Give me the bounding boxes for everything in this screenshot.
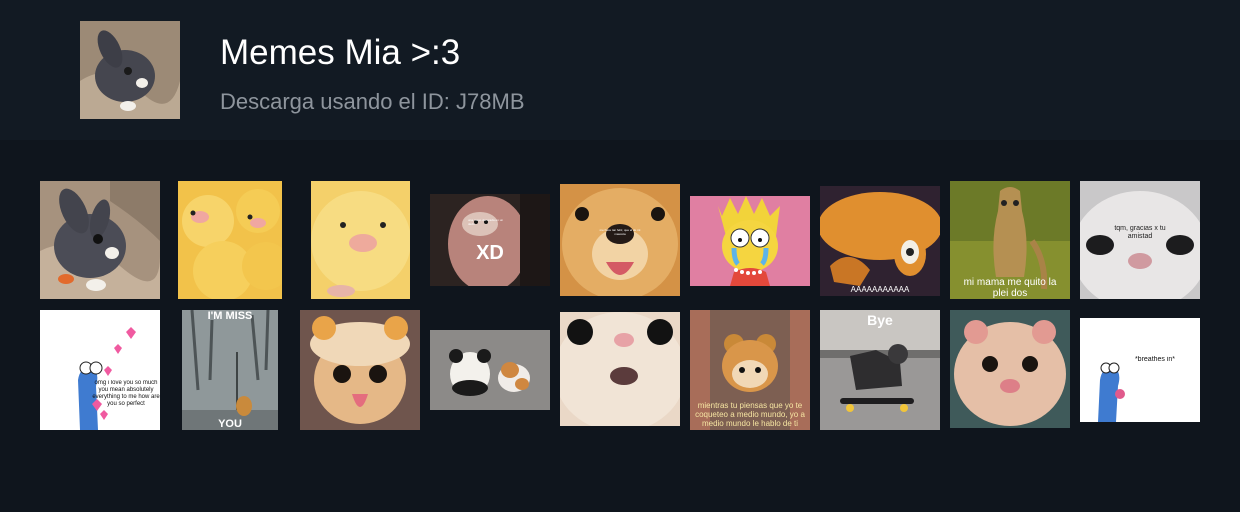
sticker-hamster[interactable] [950, 310, 1070, 428]
sticker-small-text: me hace tan feliz, que el de mi mascota [599, 228, 641, 236]
sticker-caption-top: I'M MISS [207, 310, 253, 322]
sticker-caption: XD [476, 242, 504, 264]
sticker-caption: AAAAAAAAAAA [850, 285, 910, 294]
sticker-caption: tqm, gracias x tu amistad [1114, 225, 1166, 240]
download-id-text: Descarga usando el ID: J78MB [220, 89, 525, 114]
sticker-cat-closeup[interactable] [560, 312, 680, 426]
sticker-ducklings[interactable] [178, 181, 282, 299]
sticker-cat-skateboard[interactable]: Bye [820, 310, 940, 430]
sticker-caption-bottom: YOU [218, 418, 242, 430]
sticker-mi-mama[interactable]: mi mama me quito la plei dos [950, 181, 1070, 299]
sticker-caption: *breathes in* [1134, 356, 1176, 363]
pack-title: Memes Mia >:3 [220, 33, 461, 72]
sticker-cat-bear-hat[interactable] [300, 310, 420, 430]
sticker-cat-thanks[interactable]: tqm, gracias x tu amistad [1080, 181, 1200, 299]
sticker-breathes-in[interactable]: *breathes in* [1080, 318, 1200, 422]
sticker-caption: mientras tu piensas que yo te coqueteo a… [695, 401, 805, 428]
sticker-jake-screaming[interactable]: AAAAAAAAAAA [820, 186, 940, 296]
sticker-caption: omg i love you so much you mean absolute… [92, 380, 160, 407]
sticker-caption: mi mama me quito la plei dos [963, 277, 1057, 299]
sticker-caption: Bye [867, 312, 893, 328]
sticker-duckling[interactable] [311, 181, 410, 299]
pack-cover-image [80, 21, 180, 119]
sticker-panda-cat[interactable] [430, 330, 550, 410]
sticker-worm-love[interactable]: omg i love you so much you mean absolute… [40, 310, 160, 430]
sticker-lisa-crying[interactable] [690, 196, 810, 286]
sticker-dog-smiling[interactable] [560, 184, 680, 296]
sticker-im-miss-you[interactable]: I'M MISS YOU [182, 310, 278, 430]
sticker-bunny[interactable] [40, 181, 160, 299]
sticker-cat-costume[interactable]: mientras tu piensas que yo te coqueteo a… [690, 310, 810, 430]
sticker-xd-hamster[interactable]: XD [430, 194, 550, 286]
sticker-small-text: una mano decorada en un dedo [468, 218, 504, 226]
pack-header: Memes Mia >:3 Descarga usando el ID: J78… [0, 0, 1240, 140]
